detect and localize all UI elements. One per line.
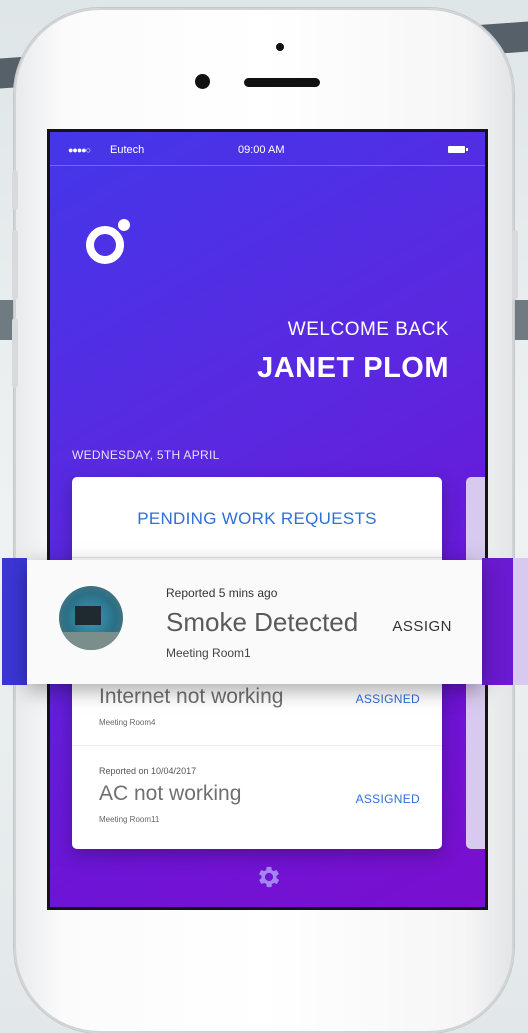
- app-logo-icon: [86, 219, 130, 264]
- highlighted-request[interactable]: Reported 5 mins ago Smoke Detected Meeti…: [27, 560, 482, 684]
- request-title: Internet not working: [99, 685, 284, 708]
- current-date: WEDNESDAY, 5TH APRIL: [72, 448, 220, 462]
- request-title: AC not working: [99, 782, 242, 805]
- request-status[interactable]: ASSIGNED: [356, 692, 420, 706]
- front-camera: [195, 74, 210, 89]
- request-location: Meeting Room1: [166, 646, 251, 660]
- carrier-label: Eutech: [110, 144, 145, 156]
- assign-button[interactable]: ASSIGN: [392, 618, 452, 635]
- status-time: 09:00 AM: [238, 144, 285, 156]
- proximity-sensor: [276, 43, 284, 51]
- request-thumbnail: [59, 586, 123, 650]
- request-location: Meeting Room11: [99, 815, 160, 824]
- banner-edge-next-card: [513, 558, 528, 685]
- banner-edge-right: [482, 558, 513, 685]
- signal-icon: ●●●●○: [68, 145, 91, 155]
- banner-edge-left: [2, 558, 27, 685]
- app-screen: ●●●●○ Eutech 09:00 AM WELCOME BACK JANET…: [47, 129, 488, 910]
- card-divider: [72, 557, 442, 558]
- welcome-greeting: WELCOME BACK: [287, 319, 449, 340]
- thumbnail-object: [75, 606, 101, 625]
- request-reported: Reported on 10/04/2017: [99, 766, 197, 776]
- user-name: JANET PLOM: [257, 352, 449, 384]
- volume-up-button: [12, 230, 18, 300]
- request-title: Smoke Detected: [166, 607, 359, 637]
- volume-down-button: [12, 318, 18, 388]
- request-status[interactable]: ASSIGNED: [356, 792, 420, 806]
- status-bar: ●●●●○ Eutech 09:00 AM: [50, 132, 485, 166]
- status-divider: [50, 165, 485, 166]
- list-divider: [72, 745, 442, 746]
- silent-switch: [12, 170, 18, 210]
- thumbnail-floor: [59, 632, 123, 650]
- card-title: PENDING WORK REQUESTS: [137, 509, 377, 528]
- request-location: Meeting Room4: [99, 718, 156, 727]
- gear-icon[interactable]: [255, 863, 283, 891]
- battery-icon: [448, 146, 468, 153]
- list-item[interactable]: Reported on 10/04/2017 AC not working Me…: [72, 752, 442, 842]
- power-button: [512, 230, 518, 300]
- request-reported: Reported 5 mins ago: [166, 586, 278, 600]
- earpiece-speaker: [244, 78, 320, 87]
